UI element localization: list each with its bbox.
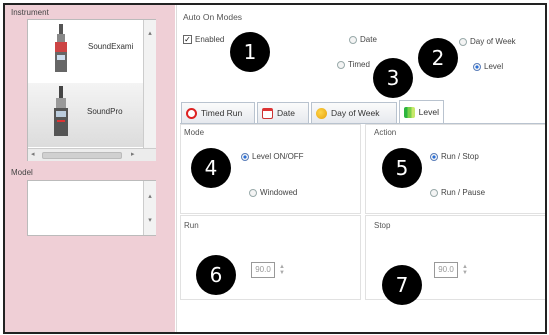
radio-icon[interactable] (349, 35, 357, 44)
spin-buttons[interactable]: ▲ ▼ (462, 264, 468, 276)
scroll-thumb[interactable] (42, 152, 122, 159)
calendar-icon (262, 107, 273, 119)
radio-run-stop-label: Run / Stop (441, 152, 479, 161)
radio-day-of-week-label: Day of Week (470, 37, 516, 46)
radio-date-label: Date (360, 35, 377, 44)
radio-level-on-off-label: Level ON/OFF (252, 152, 304, 161)
mode-title: Mode (184, 128, 205, 137)
radio-date[interactable]: Date (349, 35, 377, 44)
right-panel: Auto On Modes ✓ Enabled Date Timed Day of… (176, 5, 545, 332)
enabled-label: Enabled (195, 35, 225, 44)
run-title: Run (184, 221, 199, 230)
instrument-horizontal-scrollbar[interactable]: ◂ ▸ (28, 148, 156, 161)
scroll-right-icon[interactable]: ▸ (131, 151, 135, 159)
scroll-down-icon[interactable]: ▾ (144, 217, 156, 225)
radio-day-of-week[interactable]: Day of Week (459, 37, 516, 46)
auto-on-modes-title: Auto On Modes (183, 12, 243, 22)
instrument-vertical-scrollbar[interactable]: ▴ (143, 20, 156, 148)
callout-marker-3: 3 (373, 58, 413, 98)
radio-selected-icon[interactable] (241, 152, 249, 161)
callout-marker-1: 1 (230, 32, 270, 72)
radio-selected-icon[interactable] (473, 62, 481, 71)
radio-windowed[interactable]: Windowed (249, 188, 297, 197)
radio-icon[interactable] (337, 60, 345, 69)
app-window: Instrument SoundExami SoundPro ▴ ◂ ▸ Mod… (3, 3, 547, 334)
radio-run-pause-label: Run / Pause (441, 188, 486, 197)
callout-marker-6: 6 (196, 255, 236, 295)
level-meter-icon (404, 106, 415, 118)
tab-date[interactable]: Date (257, 102, 309, 123)
run-level-input[interactable]: 90.0 (251, 262, 275, 278)
radio-run-stop[interactable]: Run / Stop (430, 152, 479, 161)
list-item[interactable]: SoundPro (28, 83, 143, 147)
callout-marker-7: 7 (382, 265, 422, 305)
tab-label: Timed Run (201, 108, 243, 118)
radio-level-on-off[interactable]: Level ON/OFF (241, 152, 304, 161)
tab-label: Date (277, 108, 295, 118)
radio-icon[interactable] (459, 37, 467, 46)
clock-icon (186, 107, 197, 119)
enabled-checkbox[interactable]: ✓ Enabled (183, 35, 225, 45)
list-item-label: SoundExami (88, 42, 134, 51)
checkbox-check-icon[interactable]: ✓ (183, 35, 192, 45)
tab-label: Level (418, 107, 439, 117)
list-item-label: SoundPro (87, 107, 123, 116)
tab-level[interactable]: Level (399, 100, 444, 123)
spin-buttons[interactable]: ▲ ▼ (279, 264, 285, 276)
stop-title: Stop (374, 221, 391, 230)
scroll-left-icon[interactable]: ◂ (31, 151, 35, 159)
callout-marker-5: 5 (382, 148, 422, 188)
radio-icon[interactable] (430, 188, 438, 197)
tab-day-of-week[interactable]: Day of Week (311, 102, 397, 123)
callout-marker-2: 2 (418, 38, 458, 78)
sound-examiner-device-icon (54, 24, 68, 78)
run-level-stepper[interactable]: 90.0 ▲ ▼ (251, 262, 285, 278)
spin-down-icon[interactable]: ▼ (279, 270, 285, 276)
radio-timed-label: Timed (348, 60, 370, 69)
tab-timed-run[interactable]: Timed Run (181, 102, 255, 123)
instrument-list[interactable]: SoundExami SoundPro ▴ ◂ ▸ (27, 19, 156, 161)
radio-windowed-label: Windowed (260, 188, 298, 197)
calendar-week-icon (316, 107, 327, 119)
radio-level[interactable]: Level (473, 62, 503, 71)
tab-label: Day of Week (331, 108, 380, 118)
scroll-up-icon[interactable]: ▴ (144, 30, 156, 38)
model-vertical-scrollbar[interactable]: ▴ ▾ (143, 181, 156, 235)
action-title: Action (374, 128, 397, 137)
instrument-label: Instrument (11, 8, 49, 17)
spin-down-icon[interactable]: ▼ (462, 270, 468, 276)
scroll-up-icon[interactable]: ▴ (144, 193, 156, 201)
radio-run-pause[interactable]: Run / Pause (430, 188, 485, 197)
list-item[interactable]: SoundExami (28, 20, 143, 82)
stop-level-input[interactable]: 90.0 (434, 262, 458, 278)
callout-marker-4: 4 (191, 148, 231, 188)
model-label: Model (11, 168, 33, 177)
left-panel: Instrument SoundExami SoundPro ▴ ◂ ▸ Mod… (5, 5, 175, 332)
radio-icon[interactable] (249, 188, 257, 197)
stop-level-stepper[interactable]: 90.0 ▲ ▼ (434, 262, 468, 278)
model-list[interactable]: ▴ ▾ (27, 180, 156, 236)
radio-timed[interactable]: Timed (337, 60, 370, 69)
radio-level-label: Level (484, 62, 504, 71)
sound-pro-device-icon (53, 86, 69, 144)
radio-selected-icon[interactable] (430, 152, 438, 161)
